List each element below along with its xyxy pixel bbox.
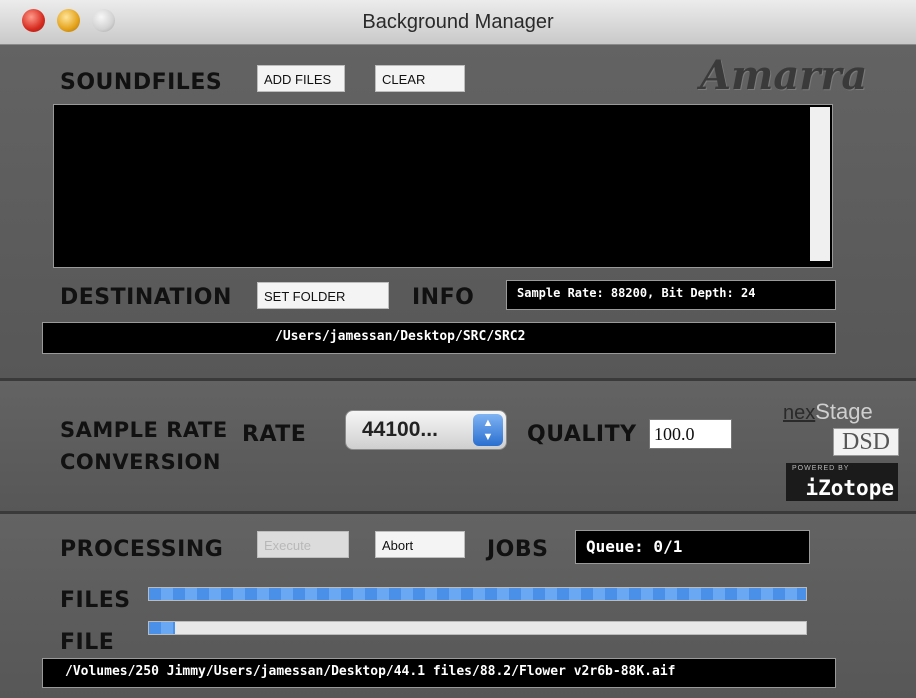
current-file-field: /Volumes/250 Jimmy/Users/jamessan/Deskto…	[42, 658, 836, 688]
execute-button[interactable]: Execute	[257, 531, 349, 558]
quality-input[interactable]: 100.0	[649, 419, 732, 449]
rate-label: RATE	[242, 422, 307, 447]
destination-path-field: /Users/jamessan/Desktop/SRC/SRC2	[42, 322, 836, 354]
updown-arrows-icon: ▲ ▼	[473, 414, 503, 446]
soundfiles-scrollbar[interactable]	[810, 107, 830, 261]
files-progress-bar	[148, 587, 807, 601]
file-label: FILE	[60, 630, 115, 655]
info-text: Sample Rate: 88200, Bit Depth: 24	[517, 286, 756, 300]
queue-text: Queue: 0/1	[586, 537, 683, 556]
background-manager-window: Background Manager SOUNDFILES ADD FILES …	[0, 0, 916, 698]
file-progress-fill	[149, 622, 176, 634]
info-box: Sample Rate: 88200, Bit Depth: 24	[506, 280, 836, 310]
add-files-button[interactable]: ADD FILES	[257, 65, 345, 92]
soundfiles-heading: SOUNDFILES	[60, 70, 223, 95]
files-label: FILES	[60, 588, 131, 613]
nexstage-logo: nexStage	[783, 399, 873, 424]
files-progress-fill	[149, 588, 806, 600]
processing-heading: PROCESSING	[60, 537, 224, 562]
rate-select[interactable]: 44100... ▲ ▼	[345, 410, 507, 450]
dsd-badge: DSD	[833, 428, 899, 456]
set-folder-button[interactable]: SET FOLDER	[257, 282, 389, 309]
title-bar[interactable]: Background Manager	[0, 0, 916, 45]
amarra-logo: Amarra	[700, 52, 868, 99]
destination-heading: DESTINATION	[60, 285, 232, 310]
quality-label: QUALITY	[527, 422, 637, 447]
window-title: Background Manager	[362, 11, 554, 33]
jobs-label: JOBS	[487, 537, 549, 562]
soundfiles-list[interactable]	[53, 104, 833, 268]
abort-button[interactable]: Abort	[375, 531, 465, 558]
queue-box: Queue: 0/1	[575, 530, 810, 564]
src-heading-line2: CONVERSION	[60, 450, 221, 474]
current-file-path: /Volumes/250 Jimmy/Users/jamessan/Deskto…	[65, 664, 676, 679]
info-heading: INFO	[412, 285, 475, 310]
destination-path: /Users/jamessan/Desktop/SRC/SRC2	[275, 329, 526, 344]
izotope-logo: POWERED BY iZotope	[786, 463, 898, 501]
file-progress-bar	[148, 621, 807, 635]
src-heading-line1: SAMPLE RATE	[60, 418, 228, 442]
rate-value: 44100...	[362, 418, 438, 441]
clear-button[interactable]: CLEAR	[375, 65, 465, 92]
